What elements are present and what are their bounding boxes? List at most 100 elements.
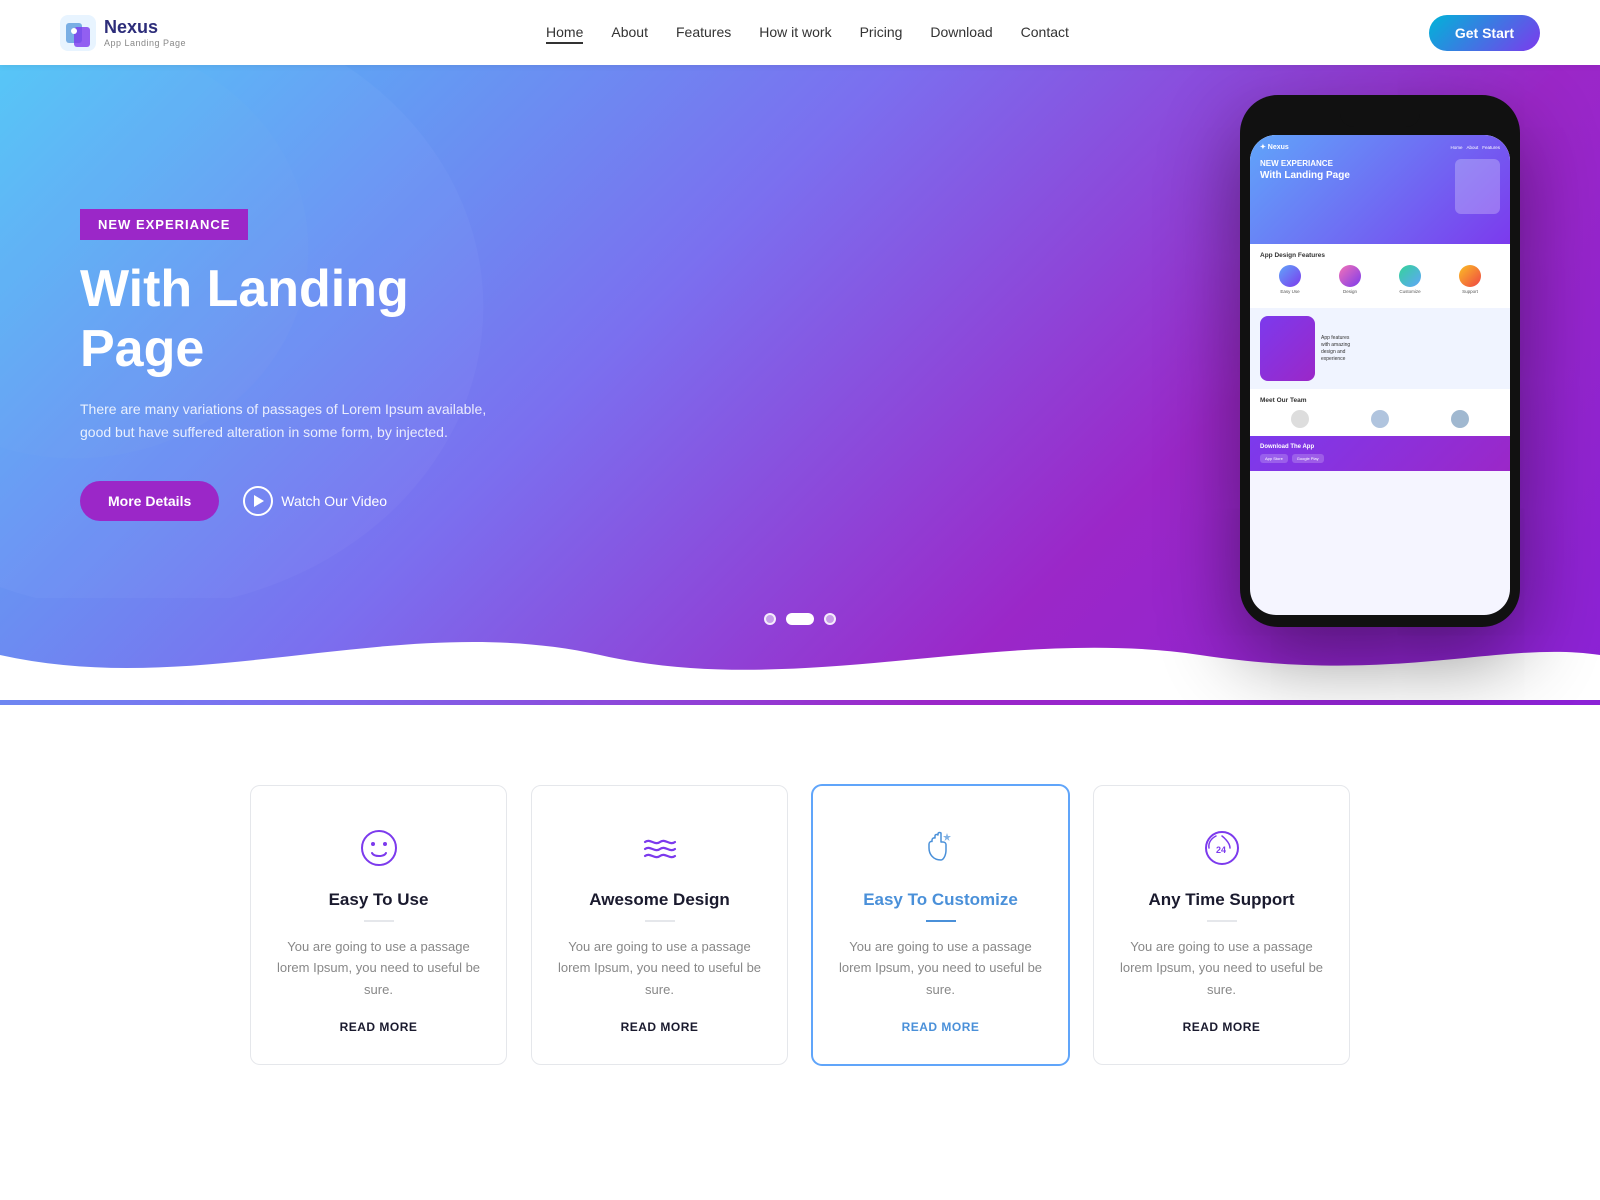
nav-item-features[interactable]: Features [676, 24, 731, 42]
feature-desc-4: You are going to use a passage lorem Ips… [1118, 936, 1325, 1000]
ps-logo-text: ✦ Nexus [1260, 143, 1289, 151]
ps-icon-circle [1339, 265, 1361, 287]
ps-hand-section: App featureswith amazingdesign andexperi… [1250, 308, 1510, 389]
ps-appstore-btn: App Store [1260, 454, 1288, 463]
ps-hero-img [1455, 159, 1500, 214]
feature-card-easy-to-use: Easy To Use You are going to use a passa… [250, 785, 507, 1065]
nav-links: Home About Features How it work Pricing … [546, 24, 1069, 42]
nav-link-download[interactable]: Download [930, 24, 992, 40]
feature-card-easy-to-customize: Easy To Customize You are going to use a… [812, 785, 1069, 1065]
nav-item-how-it-work[interactable]: How it work [759, 24, 831, 42]
nav-item-download[interactable]: Download [930, 24, 992, 42]
feature-icon-smiley [353, 822, 405, 874]
ps-icon-label: Design [1343, 289, 1357, 294]
hand-stars-icon [921, 828, 961, 868]
waves-icon [640, 828, 680, 868]
feature-icon-hand-stars [915, 822, 967, 874]
hero-description: There are many variations of passages of… [80, 398, 520, 446]
logo-text: Nexus App Landing Page [104, 17, 186, 48]
hero-title: With Landing Page [80, 260, 540, 380]
ps-nav-item: About [1466, 145, 1478, 150]
phone-screen: ✦ Nexus Home About Features NEW EXPERIAN… [1250, 135, 1510, 615]
nav-link-home[interactable]: Home [546, 24, 583, 44]
feature-divider-2 [645, 920, 675, 922]
phone-screen-inner: ✦ Nexus Home About Features NEW EXPERIAN… [1250, 135, 1510, 471]
ps-team-section: Meet Our Team [1250, 389, 1510, 436]
ps-avatar [1371, 410, 1389, 428]
ps-hand-text: App featureswith amazingdesign andexperi… [1321, 335, 1350, 363]
ps-icon-circle [1399, 265, 1421, 287]
ps-icon-item: Customize [1399, 265, 1421, 294]
feature-title-4: Any Time Support [1118, 890, 1325, 910]
ps-icons-row: Easy Use Design Customize [1260, 265, 1500, 294]
nav-item-pricing[interactable]: Pricing [860, 24, 903, 42]
ps-icon-item: Support [1459, 265, 1481, 294]
phone-notch [1340, 107, 1420, 127]
ps-download-buttons-row: App Store Google Play [1260, 454, 1500, 463]
feature-read-more-2[interactable]: READ MORE [621, 1020, 699, 1034]
watch-video-label: Watch Our Video [281, 493, 387, 509]
feature-desc-1: You are going to use a passage lorem Ips… [275, 936, 482, 1000]
ps-icon-label: Easy Use [1280, 289, 1299, 294]
nav-link-about[interactable]: About [611, 24, 648, 40]
play-icon [243, 486, 273, 516]
ps-download-title: Download The App [1260, 444, 1500, 450]
ps-screen-header: ✦ Nexus Home About Features NEW EXPERIAN… [1250, 135, 1510, 244]
feature-card-awesome-design: Awesome Design You are going to use a pa… [531, 785, 788, 1065]
clock-24-icon: 24 [1202, 828, 1242, 868]
feature-divider-1 [364, 920, 394, 922]
navbar: Nexus App Landing Page Home About Featur… [0, 0, 1600, 65]
ps-download-section: Download The App App Store Google Play [1250, 436, 1510, 471]
feature-desc-2: You are going to use a passage lorem Ips… [556, 936, 763, 1000]
logo-subtitle: App Landing Page [104, 38, 186, 48]
dot-1[interactable] [764, 613, 776, 625]
nav-link-features[interactable]: Features [676, 24, 731, 40]
dot-2-active[interactable] [786, 613, 814, 625]
phone-mockup: ✦ Nexus Home About Features NEW EXPERIAN… [1240, 95, 1520, 627]
dot-3[interactable] [824, 613, 836, 625]
ps-team-title: Meet Our Team [1260, 397, 1500, 404]
ps-icon-item: Easy Use [1279, 265, 1301, 294]
feature-icon-waves [634, 822, 686, 874]
hero-badge: NEW EXPERIANCE [80, 209, 248, 240]
nav-link-how-it-work[interactable]: How it work [759, 24, 831, 40]
ps-icon-circle [1459, 265, 1481, 287]
ps-avatar [1291, 410, 1309, 428]
feature-desc-3: You are going to use a passage lorem Ips… [837, 936, 1044, 1000]
hero-dots [764, 613, 836, 625]
logo[interactable]: Nexus App Landing Page [60, 15, 186, 51]
ps-icon-label: Customize [1399, 289, 1420, 294]
feature-read-more-3[interactable]: READ MORE [902, 1020, 980, 1034]
ps-nav-item: Home [1450, 145, 1462, 150]
hero-section: NEW EXPERIANCE With Landing Page There a… [0, 65, 1600, 705]
features-grid: Easy To Use You are going to use a passa… [250, 785, 1350, 1065]
more-details-button[interactable]: More Details [80, 481, 219, 521]
ps-icons-section: App Design Features Easy Use Design [1250, 244, 1510, 308]
feature-read-more-4[interactable]: READ MORE [1183, 1020, 1261, 1034]
ps-icon-item: Design [1339, 265, 1361, 294]
ps-avatar [1451, 410, 1469, 428]
feature-read-more-1[interactable]: READ MORE [340, 1020, 418, 1034]
ps-team-row [1260, 410, 1500, 428]
nav-item-about[interactable]: About [611, 24, 648, 42]
feature-title-3: Easy To Customize [837, 890, 1044, 910]
svg-text:24: 24 [1216, 845, 1226, 855]
watch-video-button[interactable]: Watch Our Video [243, 486, 387, 516]
smiley-icon [359, 828, 399, 868]
phone-outer: ✦ Nexus Home About Features NEW EXPERIAN… [1240, 95, 1520, 627]
nav-item-contact[interactable]: Contact [1021, 24, 1069, 42]
ps-hand-img [1260, 316, 1315, 381]
get-start-button[interactable]: Get Start [1429, 15, 1540, 51]
ps-nav: Home About Features [1450, 145, 1500, 150]
ps-header-top: ✦ Nexus Home About Features [1260, 143, 1500, 151]
nav-item-home[interactable]: Home [546, 24, 583, 42]
feature-title-2: Awesome Design [556, 890, 763, 910]
feature-divider-4 [1207, 920, 1237, 922]
nav-link-contact[interactable]: Contact [1021, 24, 1069, 40]
ps-section-title: App Design Features [1260, 252, 1500, 259]
nav-link-pricing[interactable]: Pricing [860, 24, 903, 40]
feature-icon-clock-24: 24 [1196, 822, 1248, 874]
ps-icon-label: Support [1462, 289, 1478, 294]
ps-nav-item: Features [1482, 145, 1500, 150]
features-section: Easy To Use You are going to use a passa… [0, 705, 1600, 1125]
